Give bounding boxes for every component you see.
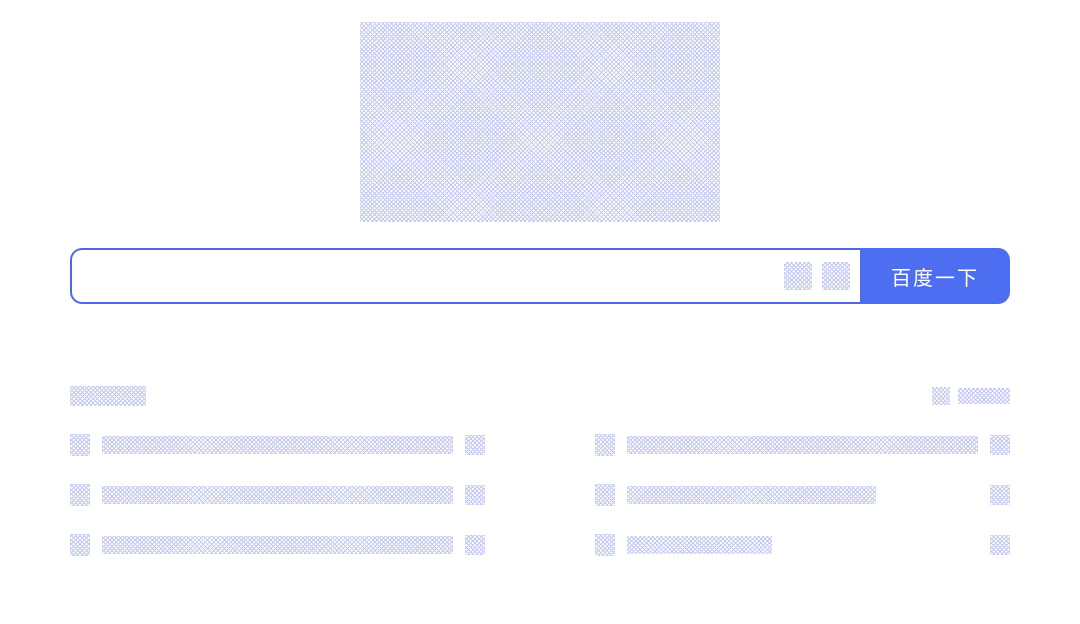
- hot-rank: [595, 434, 615, 456]
- baidu-logo[interactable]: [360, 22, 720, 222]
- hot-text: [627, 536, 772, 554]
- hot-text: [627, 436, 978, 454]
- hot-text: [102, 536, 453, 554]
- hot-search-section: [70, 386, 1010, 556]
- hot-item[interactable]: [70, 484, 485, 506]
- hot-tag: [465, 535, 485, 555]
- hot-tag: [465, 435, 485, 455]
- camera-icon[interactable]: [784, 262, 812, 290]
- hot-header: [70, 386, 1010, 406]
- hot-text: [102, 486, 453, 504]
- search-input[interactable]: [88, 250, 774, 302]
- hot-tag: [990, 535, 1010, 555]
- hot-item[interactable]: [70, 434, 485, 456]
- hot-tag: [990, 435, 1010, 455]
- hot-search-list: [70, 434, 1010, 556]
- hot-search-title[interactable]: [70, 386, 146, 406]
- search-button[interactable]: 百度一下: [860, 248, 1010, 304]
- hot-text: [627, 486, 876, 504]
- hot-rank: [70, 534, 90, 556]
- hot-item[interactable]: [595, 534, 1010, 556]
- hot-rank: [595, 534, 615, 556]
- hot-item[interactable]: [595, 484, 1010, 506]
- keyboard-icon[interactable]: [822, 262, 850, 290]
- hot-item[interactable]: [595, 434, 1010, 456]
- search-bar: 百度一下: [70, 248, 1010, 304]
- hot-tag: [990, 485, 1010, 505]
- hot-rank: [70, 484, 90, 506]
- hot-rank: [70, 434, 90, 456]
- hot-item[interactable]: [70, 534, 485, 556]
- hot-tag: [465, 485, 485, 505]
- hot-rank: [595, 484, 615, 506]
- hot-refresh-button[interactable]: [932, 387, 1010, 405]
- hot-refresh-label: [958, 388, 1010, 404]
- search-input-wrapper: [70, 248, 860, 304]
- hot-text: [102, 436, 453, 454]
- refresh-icon: [932, 387, 950, 405]
